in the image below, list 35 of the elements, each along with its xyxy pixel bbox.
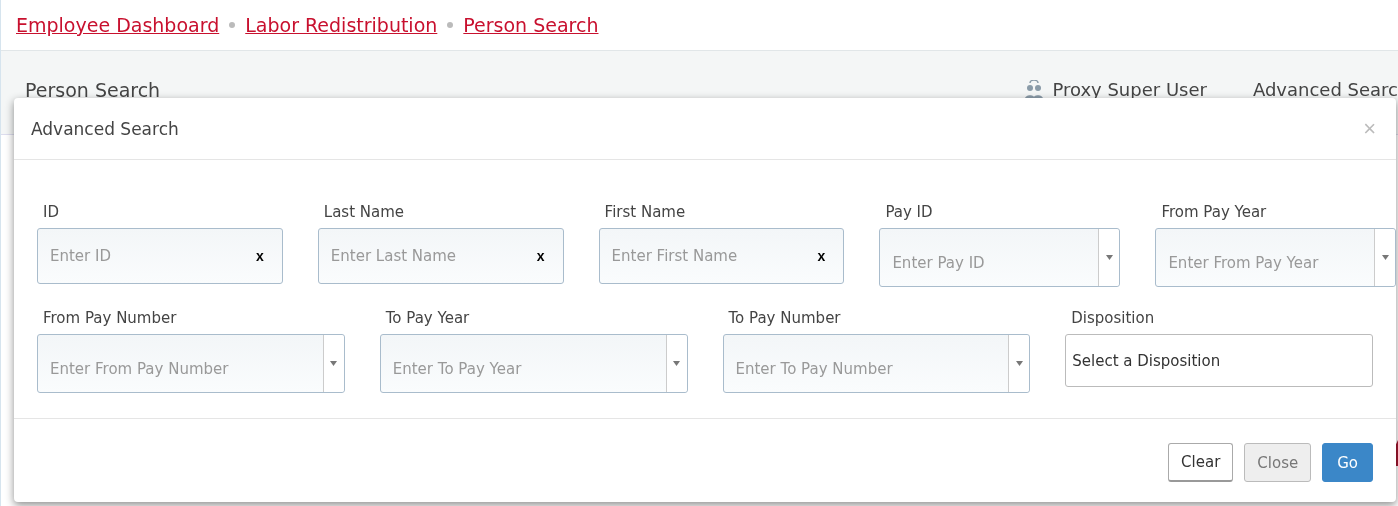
header-link[interactable]: Advanced Searc bbox=[1252, 79, 1398, 100]
field-label: Last Name bbox=[323, 203, 406, 221]
caret-icon bbox=[1015, 361, 1023, 366]
field-label: From Pay Year bbox=[1161, 203, 1268, 221]
text-field[interactable]: Enter Last Name bbox=[318, 229, 537, 283]
breadcrumb-link[interactable]: Employee Dashboard bbox=[16, 14, 220, 36]
select-field[interactable]: Select a Disposition bbox=[1065, 334, 1373, 387]
text-field-frame[interactable]: Enter ID x bbox=[37, 228, 283, 284]
page-title: Person Search bbox=[25, 79, 162, 101]
caret-icon bbox=[330, 361, 338, 366]
breadcrumb-link[interactable]: Person Search bbox=[463, 14, 599, 36]
text-field-frame[interactable]: Enter Last Name x bbox=[317, 228, 564, 284]
dialog-button[interactable]: Go bbox=[1322, 443, 1373, 482]
field-label: First Name bbox=[604, 203, 687, 221]
remove-text-button[interactable]: x bbox=[256, 248, 264, 264]
remove-text-button[interactable]: x bbox=[536, 248, 545, 264]
field-label: Pay ID bbox=[885, 203, 934, 221]
breadcrumb-link[interactable]: Labor Redistribution bbox=[245, 14, 438, 36]
field-label: ID bbox=[43, 203, 60, 221]
field-label: Disposition bbox=[1071, 309, 1156, 327]
dialog-button[interactable]: Close bbox=[1244, 443, 1312, 482]
caret-icon bbox=[673, 361, 680, 366]
text-field[interactable]: Enter ID bbox=[38, 229, 256, 283]
users-icon bbox=[1024, 79, 1045, 100]
text-field-frame[interactable]: Enter First Name x bbox=[598, 228, 845, 284]
remove-text-button[interactable]: x bbox=[817, 248, 826, 264]
text-field[interactable]: Enter First Name bbox=[599, 229, 818, 283]
dialog-title: Advanced Search bbox=[31, 118, 179, 139]
dialog-button[interactable]: Clear bbox=[1168, 443, 1234, 482]
caret-icon bbox=[1381, 255, 1389, 260]
header-link[interactable]: Proxy Super User bbox=[1024, 79, 1207, 100]
field-label: To Pay Year bbox=[385, 309, 471, 327]
field-label: From Pay Number bbox=[43, 309, 178, 327]
caret-icon bbox=[1105, 255, 1113, 260]
field-label: To Pay Number bbox=[728, 309, 842, 327]
